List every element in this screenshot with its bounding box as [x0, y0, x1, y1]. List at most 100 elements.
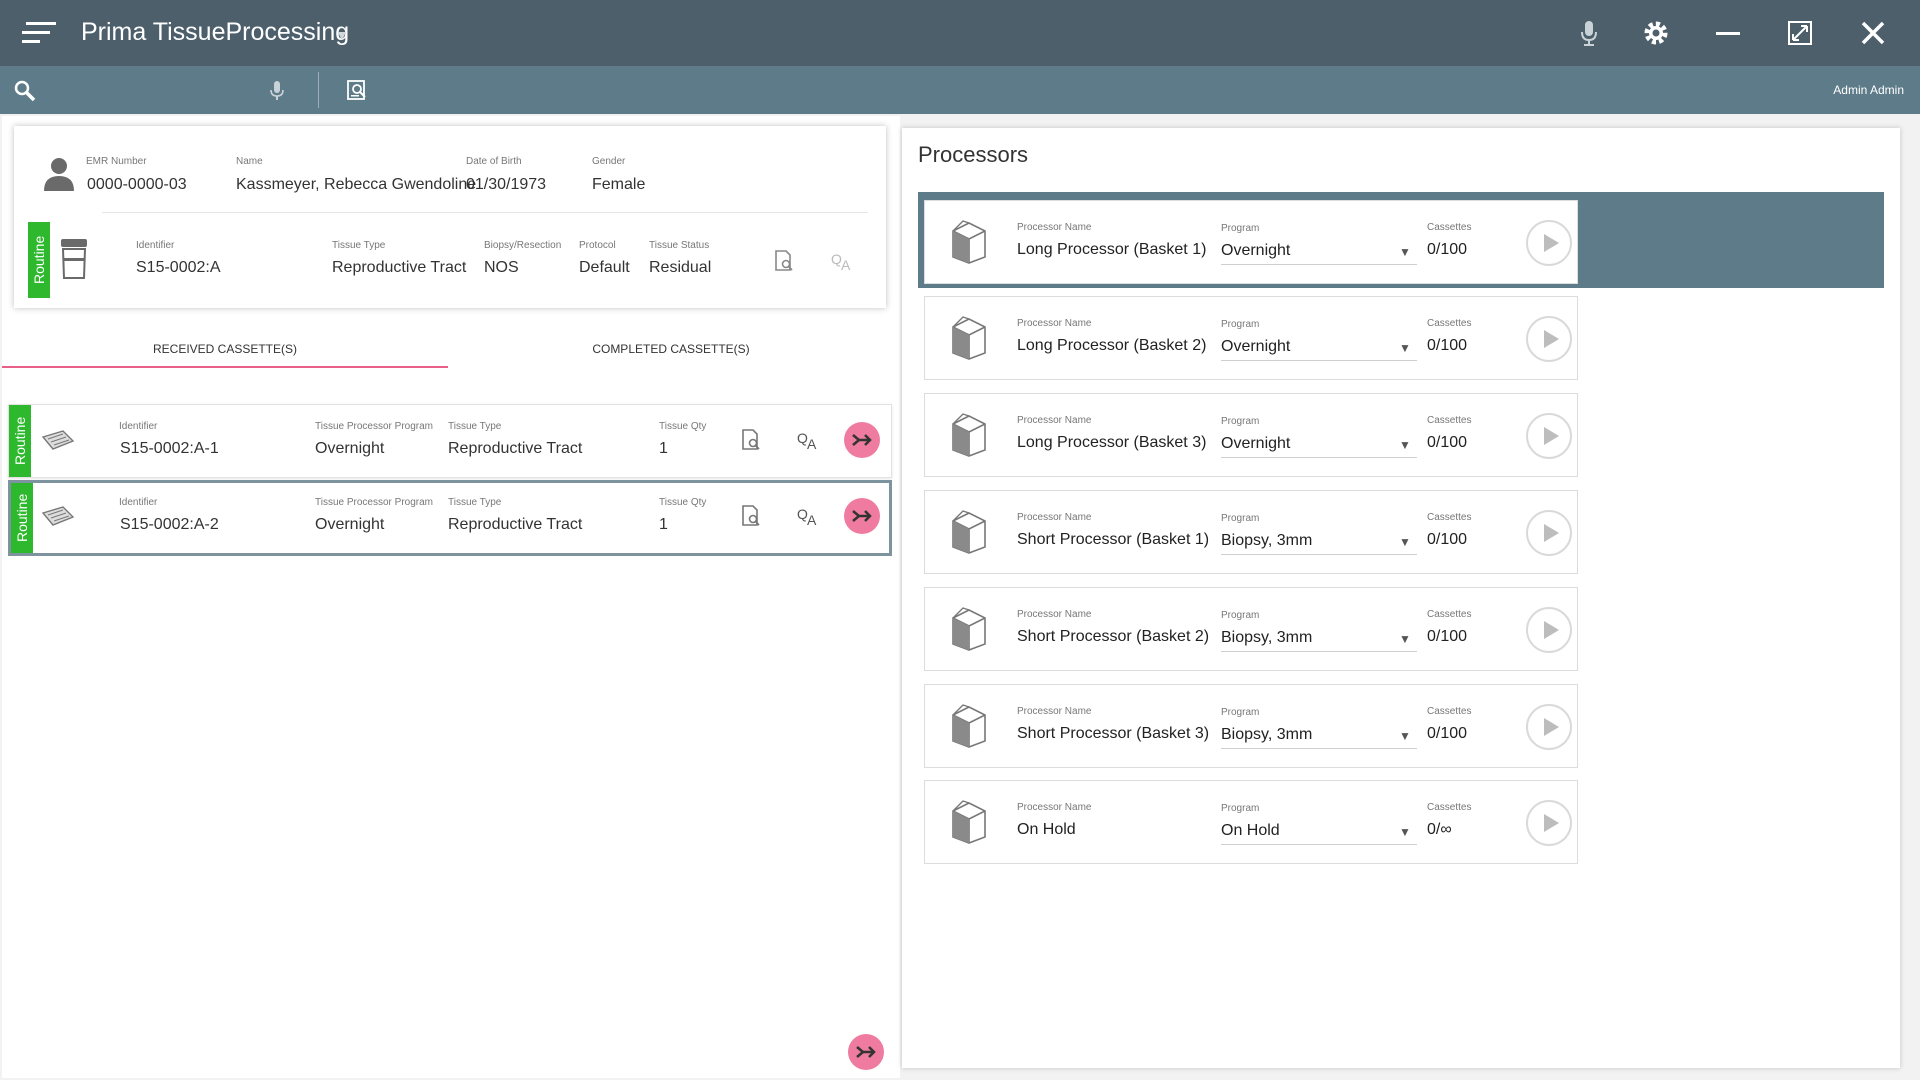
- emr-label: EMR Number: [86, 156, 147, 167]
- processor-card[interactable]: Processor Name Short Processor (Basket 1…: [924, 490, 1578, 574]
- processor-name-label: Processor Name: [1017, 512, 1092, 523]
- chevron-down-icon[interactable]: ▼: [1399, 438, 1411, 452]
- program-dropdown[interactable]: Overnight: [1221, 242, 1290, 260]
- close-icon[interactable]: [1856, 16, 1890, 50]
- scan-icon[interactable]: [344, 78, 370, 104]
- microphone-icon[interactable]: [1572, 16, 1606, 50]
- tab-completed-cassettes[interactable]: COMPLETED CASSETTE(S): [448, 324, 894, 374]
- dob-label: Date of Birth: [466, 156, 522, 167]
- processor-name: Short Processor (Basket 3): [1017, 725, 1210, 742]
- processor-card[interactable]: Processor Name Long Processor (Basket 1)…: [924, 200, 1578, 284]
- menu-icon[interactable]: [22, 20, 58, 46]
- search-icon[interactable]: [12, 78, 38, 104]
- chevron-down-icon[interactable]: ▼: [335, 27, 349, 43]
- document-search-icon[interactable]: [741, 429, 761, 451]
- program-dropdown[interactable]: Biopsy, 3mm: [1221, 726, 1312, 744]
- processor-card[interactable]: Processor Name On Hold Program On Hold ▼…: [924, 780, 1578, 864]
- gear-icon[interactable]: [1639, 16, 1673, 50]
- program-dropdown[interactable]: Overnight: [1221, 435, 1290, 453]
- processor-name-label: Processor Name: [1017, 222, 1092, 233]
- processor-icon: [952, 607, 986, 651]
- chevron-down-icon[interactable]: ▼: [1399, 632, 1411, 646]
- program-dropdown[interactable]: Overnight: [1221, 338, 1290, 356]
- cassette-row[interactable]: Routine Identifier S15-0002:A-2 Tissue P…: [8, 480, 892, 556]
- patient-card: EMR Number 0000-0000-03 Name Kassmeyer, …: [14, 126, 886, 308]
- processor-icon: [952, 413, 986, 457]
- dob-value: 01/30/1973: [466, 176, 547, 193]
- processors-panel: Processors Processor Name Long Processor…: [902, 128, 1900, 1068]
- start-processor-button[interactable]: [1526, 220, 1572, 266]
- protocol-label: Protocol: [579, 240, 616, 251]
- minimize-icon[interactable]: [1711, 16, 1745, 50]
- microphone-icon[interactable]: [264, 78, 290, 104]
- cassettes-label: Cassettes: [1427, 706, 1472, 717]
- program-dropdown[interactable]: Biopsy, 3mm: [1221, 532, 1312, 550]
- chevron-down-icon[interactable]: ▼: [1399, 341, 1411, 355]
- document-search-icon[interactable]: [741, 505, 761, 527]
- gender-value: Female: [592, 176, 646, 193]
- qa-icon[interactable]: QA: [831, 250, 855, 272]
- processor-name-label: Processor Name: [1017, 318, 1092, 329]
- cassettes-count: 0/100: [1427, 725, 1468, 742]
- cassettes-count: 0/100: [1427, 241, 1468, 258]
- processor-icon: [952, 704, 986, 748]
- cassettes-label: Cassettes: [1427, 318, 1472, 329]
- qa-icon[interactable]: QA: [797, 505, 821, 527]
- start-processor-button[interactable]: [1526, 607, 1572, 653]
- chevron-down-icon[interactable]: ▼: [1399, 825, 1411, 839]
- cassette-icon: [41, 506, 75, 526]
- priority-badge: Routine: [11, 483, 33, 553]
- start-processor-button[interactable]: [1526, 800, 1572, 846]
- cassette-tissue-type: Reproductive Tract: [448, 516, 583, 533]
- cassette-row[interactable]: Routine Identifier S15-0002:A-1 Tissue P…: [8, 404, 892, 478]
- cassette-program-label: Tissue Processor Program: [315, 497, 433, 508]
- chevron-down-icon[interactable]: ▼: [1399, 729, 1411, 743]
- biopsy-value: NOS: [484, 259, 519, 276]
- cassettes-label: Cassettes: [1427, 222, 1472, 233]
- identifier-label: Identifier: [136, 240, 175, 251]
- user-name[interactable]: Admin Admin: [1833, 83, 1904, 97]
- start-processor-button[interactable]: [1526, 316, 1572, 362]
- dropdown-underline: [1221, 264, 1417, 265]
- priority-badge: Routine: [28, 222, 50, 298]
- processor-card[interactable]: Processor Name Short Processor (Basket 2…: [924, 587, 1578, 671]
- app-title[interactable]: Prima TissueProcessing: [81, 18, 349, 47]
- document-search-icon[interactable]: [774, 250, 794, 272]
- processor-name-label: Processor Name: [1017, 415, 1092, 426]
- processor-card[interactable]: Processor Name Long Processor (Basket 2)…: [924, 296, 1578, 380]
- processor-name: On Hold: [1017, 821, 1076, 838]
- program-dropdown[interactable]: Biopsy, 3mm: [1221, 629, 1312, 647]
- cassettes-label: Cassettes: [1427, 512, 1472, 523]
- start-processor-button[interactable]: [1526, 413, 1572, 459]
- cassettes-label: Cassettes: [1427, 609, 1472, 620]
- program-dropdown[interactable]: On Hold: [1221, 822, 1280, 840]
- start-processor-button[interactable]: [1526, 704, 1572, 750]
- program-label: Program: [1221, 416, 1260, 427]
- processor-name: Long Processor (Basket 1): [1017, 241, 1207, 258]
- qa-icon[interactable]: QA: [797, 429, 821, 451]
- maximize-icon[interactable]: [1783, 16, 1817, 50]
- cassettes-count: 0/100: [1427, 337, 1468, 354]
- move-cassette-button[interactable]: [844, 498, 880, 534]
- cassette-qty-label: Tissue Qty: [659, 497, 707, 508]
- specimen-identifier: S15-0002:A: [136, 259, 221, 276]
- cassettes-count: 0/100: [1427, 531, 1468, 548]
- active-tab-indicator: [2, 366, 448, 368]
- cassette-identifier: S15-0002:A-1: [120, 440, 219, 457]
- chevron-down-icon[interactable]: ▼: [1399, 245, 1411, 259]
- patient-name: Kassmeyer, Rebecca Gwendoline: [236, 176, 477, 193]
- chevron-down-icon[interactable]: ▼: [1399, 535, 1411, 549]
- processor-name-label: Processor Name: [1017, 706, 1092, 717]
- left-panel: EMR Number 0000-0000-03 Name Kassmeyer, …: [2, 116, 900, 1078]
- processor-card[interactable]: Processor Name Short Processor (Basket 3…: [924, 684, 1578, 768]
- tissue-type-value: Reproductive Tract: [332, 259, 467, 276]
- program-label: Program: [1221, 319, 1260, 330]
- tissue-type-label: Tissue Type: [332, 240, 386, 251]
- move-all-button[interactable]: [848, 1034, 884, 1070]
- play-icon: [1543, 718, 1559, 736]
- move-cassette-button[interactable]: [844, 422, 880, 458]
- cassettes-label: Cassettes: [1427, 802, 1472, 813]
- processor-card[interactable]: Processor Name Long Processor (Basket 3)…: [924, 393, 1578, 477]
- cassettes-count: 0/100: [1427, 628, 1468, 645]
- start-processor-button[interactable]: [1526, 510, 1572, 556]
